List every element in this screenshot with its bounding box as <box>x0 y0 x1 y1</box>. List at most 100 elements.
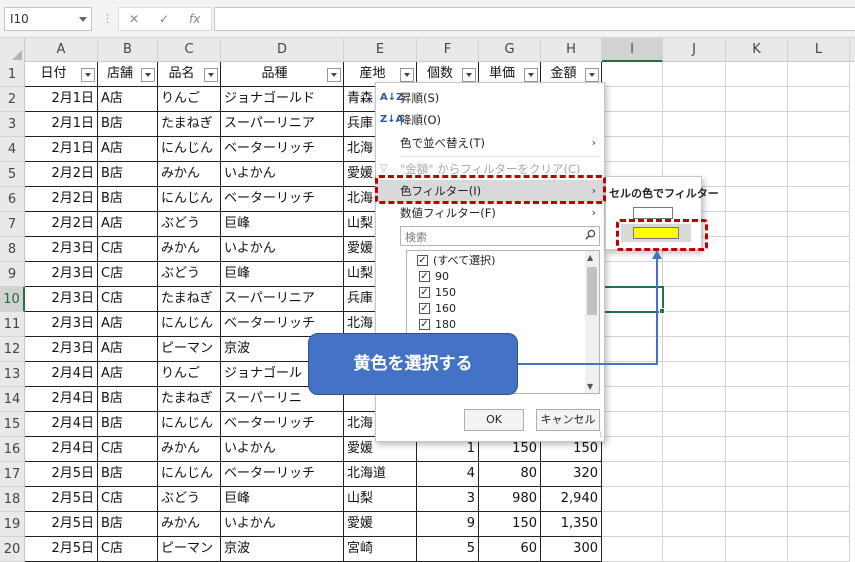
table-cell[interactable]: 愛媛 <box>344 512 417 537</box>
column-header-j[interactable]: J <box>663 38 726 62</box>
table-cell[interactable]: 巨峰 <box>221 212 344 237</box>
table-header-cell[interactable]: 品種 <box>221 62 344 87</box>
empty-cell[interactable] <box>663 87 726 112</box>
table-cell[interactable]: いよかん <box>221 437 344 462</box>
table-cell[interactable]: 2月3日 <box>25 262 98 287</box>
empty-cell[interactable] <box>726 362 788 387</box>
row-header-15[interactable]: 15 <box>0 412 25 437</box>
empty-cell[interactable] <box>788 437 850 462</box>
row-header-1[interactable]: 1 <box>0 62 25 87</box>
table-header-cell[interactable]: 日付 <box>25 62 98 87</box>
empty-cell[interactable] <box>726 187 788 212</box>
filter-dropdown-icon[interactable] <box>462 68 476 82</box>
scroll-down-icon[interactable]: ▼ <box>587 382 593 391</box>
column-header-d[interactable]: D <box>221 38 344 62</box>
column-header-g[interactable]: G <box>479 38 541 62</box>
table-cell[interactable]: A店 <box>98 87 158 112</box>
table-cell[interactable]: 2月2日 <box>25 162 98 187</box>
empty-cell[interactable] <box>788 387 850 412</box>
table-cell[interactable]: 2月1日 <box>25 87 98 112</box>
table-cell[interactable]: 2月1日 <box>25 137 98 162</box>
table-cell[interactable]: 山梨 <box>344 487 417 512</box>
table-cell[interactable]: 2月5日 <box>25 512 98 537</box>
sort-ascending[interactable]: A↓Z 昇順(S) <box>376 87 604 109</box>
table-cell[interactable]: 4 <box>417 462 479 487</box>
column-header-l[interactable]: L <box>788 38 850 62</box>
table-cell[interactable]: 2月4日 <box>25 412 98 437</box>
empty-cell[interactable] <box>788 112 850 137</box>
row-header-20[interactable]: 20 <box>0 537 25 562</box>
table-cell[interactable]: 宮崎 <box>344 537 417 562</box>
empty-cell[interactable] <box>602 437 663 462</box>
sort-descending[interactable]: Z↓A 降順(O) <box>376 109 604 131</box>
row-header-13[interactable]: 13 <box>0 362 25 387</box>
table-cell[interactable]: 5 <box>417 537 479 562</box>
empty-cell[interactable] <box>788 212 850 237</box>
filter-item[interactable]: ✓ 160 <box>419 301 456 317</box>
row-header-7[interactable]: 7 <box>0 212 25 237</box>
table-cell[interactable]: 1,350 <box>541 512 602 537</box>
filter-dropdown-icon[interactable] <box>327 68 341 82</box>
empty-cell[interactable] <box>726 137 788 162</box>
cancel-icon[interactable]: ✕ <box>129 12 139 26</box>
table-cell[interactable]: ベーターリッチ <box>221 412 344 437</box>
empty-cell[interactable] <box>788 187 850 212</box>
empty-cell[interactable] <box>602 62 663 87</box>
empty-cell[interactable] <box>788 62 850 87</box>
empty-cell[interactable] <box>663 137 726 162</box>
empty-cell[interactable] <box>726 412 788 437</box>
table-cell[interactable]: スーパーリニア <box>221 287 344 312</box>
table-cell[interactable]: C店 <box>98 437 158 462</box>
table-cell[interactable]: 320 <box>541 462 602 487</box>
row-header-2[interactable]: 2 <box>0 87 25 112</box>
table-cell[interactable]: 80 <box>479 462 541 487</box>
empty-cell[interactable] <box>726 537 788 562</box>
empty-cell[interactable] <box>602 262 663 287</box>
table-cell[interactable]: りんご <box>158 87 221 112</box>
filter-item[interactable]: ✓ 180 <box>419 317 456 333</box>
table-cell[interactable]: 2月1日 <box>25 112 98 137</box>
row-header-19[interactable]: 19 <box>0 512 25 537</box>
filter-dropdown-icon[interactable] <box>81 68 95 82</box>
checkbox-icon[interactable]: ✓ <box>419 303 430 314</box>
table-cell[interactable]: 2月5日 <box>25 537 98 562</box>
table-cell[interactable]: たまねぎ <box>158 112 221 137</box>
row-header-6[interactable]: 6 <box>0 187 25 212</box>
empty-cell[interactable] <box>602 537 663 562</box>
empty-cell[interactable] <box>726 162 788 187</box>
table-cell[interactable]: C店 <box>98 537 158 562</box>
name-box[interactable]: I10 <box>4 7 92 31</box>
table-header-cell[interactable]: 店舗 <box>98 62 158 87</box>
table-cell[interactable]: 980 <box>479 487 541 512</box>
insert-function-icon[interactable]: fx <box>189 12 200 26</box>
table-cell[interactable]: C店 <box>98 262 158 287</box>
table-cell[interactable]: にんじん <box>158 137 221 162</box>
formula-input[interactable] <box>214 7 855 31</box>
table-cell[interactable]: 2月3日 <box>25 312 98 337</box>
empty-cell[interactable] <box>663 312 726 337</box>
table-cell[interactable]: 2月2日 <box>25 212 98 237</box>
number-filter[interactable]: 数値フィルター(F) › <box>376 202 604 224</box>
table-cell[interactable]: にんじん <box>158 312 221 337</box>
empty-cell[interactable] <box>726 462 788 487</box>
checkbox-icon[interactable]: ✓ <box>417 255 428 266</box>
row-header-11[interactable]: 11 <box>0 312 25 337</box>
row-header-9[interactable]: 9 <box>0 262 25 287</box>
table-cell[interactable]: 2月5日 <box>25 462 98 487</box>
filter-dropdown-icon[interactable] <box>400 68 414 82</box>
empty-cell[interactable] <box>788 287 850 312</box>
ok-button[interactable]: OK <box>464 409 524 431</box>
row-header-14[interactable]: 14 <box>0 387 25 412</box>
column-header-e[interactable]: E <box>344 38 417 62</box>
empty-cell[interactable] <box>788 162 850 187</box>
chevron-down-icon[interactable] <box>79 17 87 22</box>
column-header-k[interactable]: K <box>726 38 788 62</box>
row-header-3[interactable]: 3 <box>0 112 25 137</box>
empty-cell[interactable] <box>788 512 850 537</box>
empty-cell[interactable] <box>788 462 850 487</box>
empty-cell[interactable] <box>663 437 726 462</box>
table-cell[interactable]: 2月4日 <box>25 362 98 387</box>
empty-cell[interactable] <box>602 362 663 387</box>
select-all-button[interactable] <box>0 38 25 62</box>
table-cell[interactable]: A店 <box>98 337 158 362</box>
